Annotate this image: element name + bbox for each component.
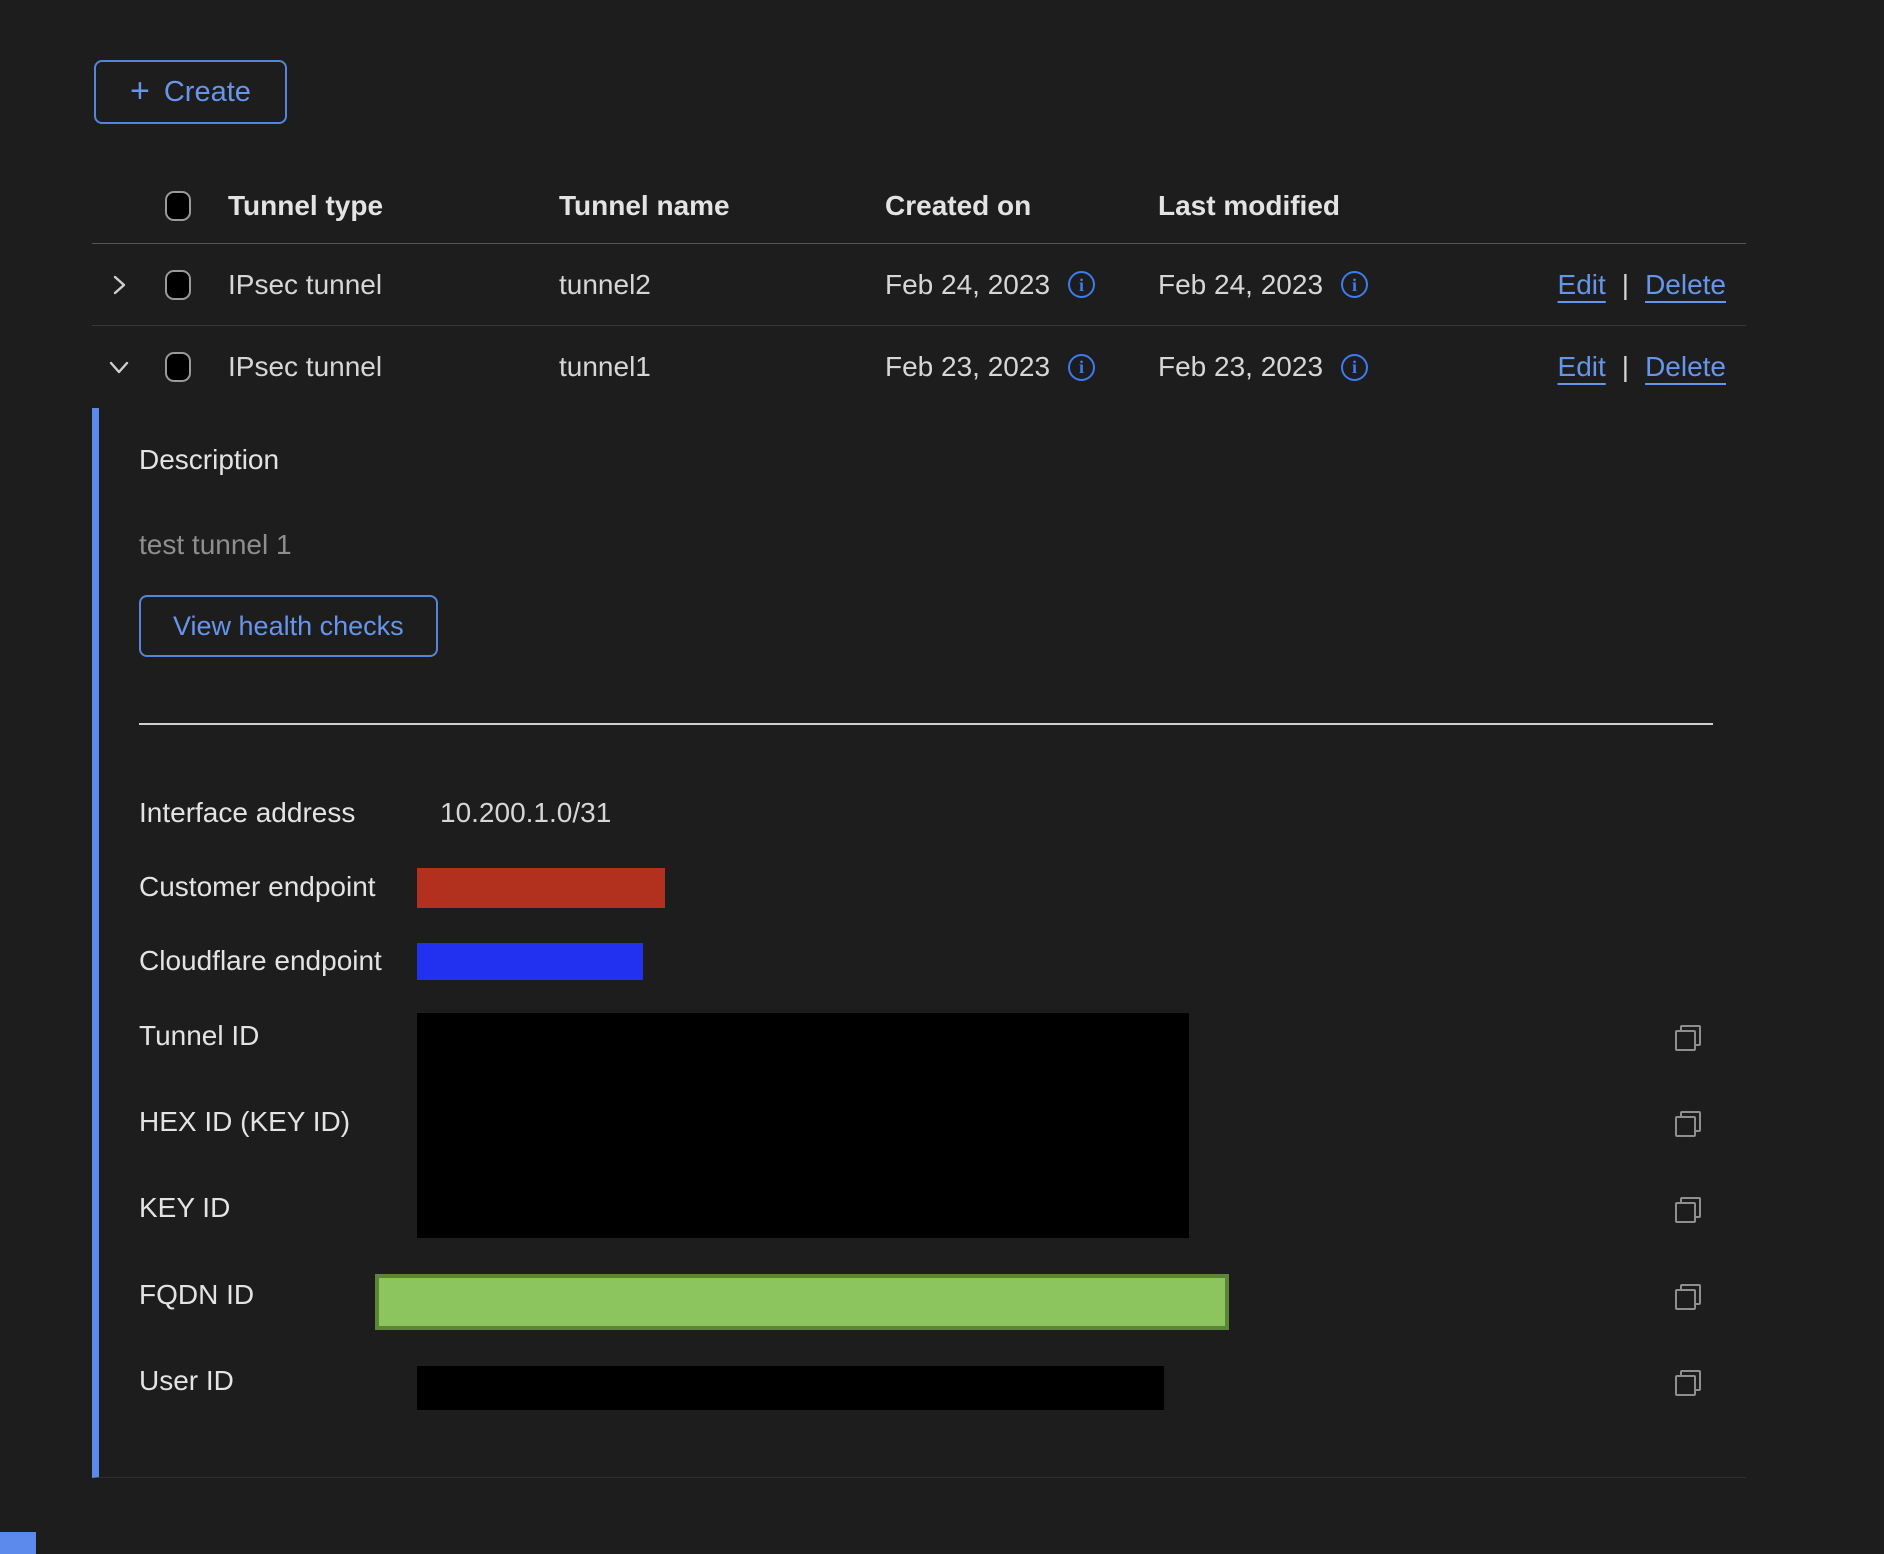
description-value: test tunnel 1: [139, 529, 292, 561]
copy-icon[interactable]: [1675, 1370, 1701, 1396]
column-header-created-on: Created on: [885, 190, 1031, 222]
tunnel-name-cell: tunnel1: [559, 351, 651, 383]
tunnels-page: + Create Tunnel type Tunnel name Created…: [0, 0, 1884, 1554]
fqdn-id-redacted-value: [375, 1274, 1229, 1330]
edit-link[interactable]: Edit: [1558, 269, 1606, 301]
tunnel-type-cell: IPsec tunnel: [228, 351, 382, 383]
row-actions: Edit | Delete: [1558, 269, 1726, 301]
tunnel-name-cell: tunnel2: [559, 269, 651, 301]
action-separator: |: [1622, 351, 1629, 383]
description-label: Description: [139, 444, 279, 476]
fqdn-id-label: FQDN ID: [139, 1279, 254, 1311]
column-header-tunnel-name: Tunnel name: [559, 190, 730, 222]
hex-id-label: HEX ID (KEY ID): [139, 1106, 350, 1138]
create-button-label: Create: [164, 76, 251, 109]
info-icon[interactable]: i: [1068, 354, 1095, 381]
info-icon[interactable]: i: [1341, 354, 1368, 381]
customer-endpoint-redacted-value: [417, 868, 665, 908]
tunnel-id-label: Tunnel ID: [139, 1020, 259, 1052]
table-row-tunnel1: IPsec tunnel tunnel1 Feb 23, 2023 i Feb …: [92, 326, 1746, 408]
ids-redacted-value: [417, 1013, 1189, 1238]
select-all-checkbox[interactable]: [165, 191, 191, 221]
row-checkbox[interactable]: [165, 352, 191, 382]
interface-address-value: 10.200.1.0/31: [440, 797, 611, 829]
bottom-edge-accent: [0, 1532, 36, 1554]
tunnels-table: Tunnel type Tunnel name Created on Last …: [92, 168, 1746, 408]
user-id-label: User ID: [139, 1365, 234, 1397]
created-on-cell: Feb 24, 2023 i: [885, 269, 1095, 301]
row-checkbox[interactable]: [165, 270, 191, 300]
table-header-row: Tunnel type Tunnel name Created on Last …: [92, 168, 1746, 244]
edit-link[interactable]: Edit: [1558, 351, 1606, 383]
column-header-last-modified: Last modified: [1158, 190, 1340, 222]
tunnel-type-cell: IPsec tunnel: [228, 269, 382, 301]
key-id-label: KEY ID: [139, 1192, 230, 1224]
copy-icon[interactable]: [1675, 1025, 1701, 1051]
collapse-row-button[interactable]: [104, 352, 134, 382]
created-on-cell: Feb 23, 2023 i: [885, 351, 1095, 383]
copy-icon[interactable]: [1675, 1111, 1701, 1137]
action-separator: |: [1622, 269, 1629, 301]
create-button[interactable]: + Create: [94, 60, 287, 124]
row-actions: Edit | Delete: [1558, 351, 1726, 383]
cloudflare-endpoint-label: Cloudflare endpoint: [139, 945, 382, 977]
expand-row-button[interactable]: [104, 270, 134, 300]
last-modified-cell: Feb 24, 2023 i: [1158, 269, 1368, 301]
last-modified-date: Feb 24, 2023: [1158, 269, 1323, 301]
view-health-checks-button[interactable]: View health checks: [139, 595, 438, 657]
user-id-redacted-value: [417, 1366, 1164, 1410]
copy-icon[interactable]: [1675, 1284, 1701, 1310]
last-modified-date: Feb 23, 2023: [1158, 351, 1323, 383]
info-icon[interactable]: i: [1341, 271, 1368, 298]
chevron-down-icon: [107, 355, 131, 379]
table-row-tunnel2: IPsec tunnel tunnel2 Feb 24, 2023 i Feb …: [92, 244, 1746, 326]
tunnel-details-panel: Description test tunnel 1 View health ch…: [92, 408, 1746, 1478]
section-divider: [139, 723, 1713, 725]
customer-endpoint-label: Customer endpoint: [139, 871, 376, 903]
last-modified-cell: Feb 23, 2023 i: [1158, 351, 1368, 383]
cloudflare-endpoint-redacted-value: [417, 943, 643, 980]
column-header-tunnel-type: Tunnel type: [228, 190, 383, 222]
delete-link[interactable]: Delete: [1645, 351, 1726, 383]
plus-icon: +: [130, 74, 150, 108]
interface-address-label: Interface address: [139, 797, 355, 829]
delete-link[interactable]: Delete: [1645, 269, 1726, 301]
created-on-date: Feb 23, 2023: [885, 351, 1050, 383]
created-on-date: Feb 24, 2023: [885, 269, 1050, 301]
copy-icon[interactable]: [1675, 1197, 1701, 1223]
info-icon[interactable]: i: [1068, 271, 1095, 298]
chevron-right-icon: [107, 273, 131, 297]
